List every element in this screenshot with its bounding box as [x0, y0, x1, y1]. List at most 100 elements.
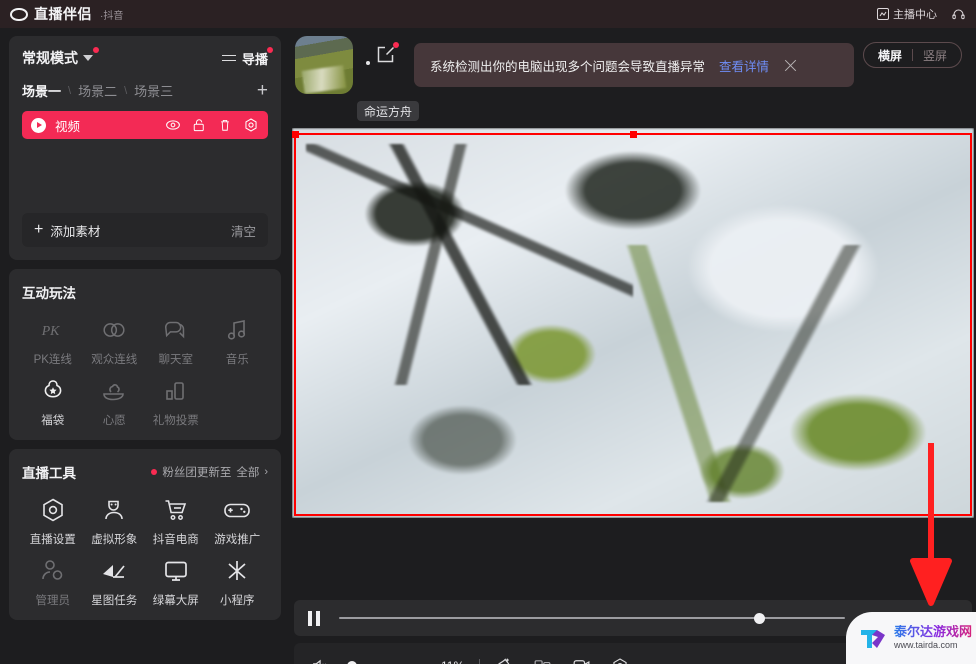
live-settings-hex-icon	[40, 496, 66, 524]
interactive-item-label: 福袋	[41, 415, 65, 427]
gamepad-icon	[223, 496, 251, 524]
app-brand: 直播伴侣 ·抖音	[0, 4, 123, 24]
red-dot-icon	[93, 47, 99, 53]
add-scene-button[interactable]: +	[257, 81, 268, 100]
watermark-site-url: www.tairda.com	[894, 640, 958, 651]
red-dot-icon	[267, 46, 273, 53]
anchor-center-button[interactable]: 主播中心	[877, 6, 937, 22]
seek-slider[interactable]	[339, 611, 846, 625]
scene-tabs: 场景一 \ 场景二 \ 场景三 +	[22, 81, 268, 100]
interactive-item-wish[interactable]: 心愿	[84, 377, 146, 428]
red-dot-icon	[151, 469, 158, 475]
mini-program-icon	[224, 557, 250, 585]
interactive-panel-title: 互动玩法	[22, 286, 76, 301]
orientation-toggle: 横屏 竖屏	[862, 42, 962, 68]
music-note-icon	[225, 316, 249, 344]
volume-slider[interactable]	[341, 659, 425, 664]
camera-video-icon[interactable]	[572, 657, 591, 664]
tool-item-ecommerce[interactable]: 抖音电商	[145, 496, 207, 547]
seek-track	[339, 617, 846, 619]
swap-arrows-icon	[221, 52, 237, 64]
interactive-item-gift-vote[interactable]: 礼物投票	[145, 377, 207, 428]
caret-down-icon	[83, 55, 93, 61]
tool-item-label: 星图任务	[91, 595, 138, 607]
avatar-person-icon	[101, 496, 127, 524]
source-item-video[interactable]: 视频	[22, 111, 268, 139]
clear-button[interactable]: 清空	[231, 221, 256, 240]
beauty-filter-icon[interactable]	[494, 656, 513, 664]
tool-item-miniprogram[interactable]: 小程序	[207, 557, 269, 608]
volume-percent-label: 11%	[441, 659, 473, 664]
tools-panel-title: 直播工具	[22, 466, 76, 481]
gift-vote-bar-icon	[163, 377, 189, 405]
headset-icon[interactable]	[951, 7, 966, 22]
tool-item-greenscreen[interactable]: 绿幕大屏	[145, 557, 207, 608]
svg-text:PK: PK	[40, 323, 59, 338]
source-actions	[165, 117, 259, 133]
add-material-label: 添加素材	[50, 224, 101, 239]
interactive-item-pk[interactable]: PK PK连线	[22, 316, 84, 367]
site-watermark: 泰尔达游戏网 www.tairda.com	[846, 612, 976, 664]
trash-icon[interactable]	[218, 117, 232, 133]
volume-mute-icon[interactable]	[312, 658, 329, 664]
source-list: 视频	[22, 111, 268, 213]
orientation-landscape[interactable]: 横屏	[868, 47, 912, 64]
scene-tab-1[interactable]: 场景一	[22, 81, 61, 100]
tool-item-label: 游戏推广	[214, 534, 261, 546]
scene-panel-header: 常规模式 导播	[22, 46, 273, 68]
plus-icon: +	[34, 221, 44, 238]
system-alert-banner: 系统检测出你的电脑出现多个问题会导致直播异常 查看详情	[414, 43, 854, 87]
resize-handle-top-center[interactable]	[630, 131, 637, 138]
tool-item-label: 抖音电商	[152, 534, 199, 546]
fans-update-note[interactable]: 粉丝团更新至 全部 ›	[151, 464, 268, 480]
scene-panel: 常规模式 导播 场景一 \ 场景二 \ 场景三 + 视频 + 添加素材 清空	[9, 36, 281, 260]
stage-area: 命运方舟 系统检测出你的电脑出现多个问题会导致直播异常 查看详情 横屏 竖屏	[290, 28, 976, 664]
game-tag[interactable]: 命运方舟	[357, 101, 420, 121]
edit-pencil-square-icon[interactable]	[374, 44, 396, 66]
interactive-item-label: 礼物投票	[152, 415, 199, 427]
add-material-button[interactable]: + 添加素材 清空	[22, 213, 268, 247]
tool-item-label: 管理员	[35, 595, 71, 607]
fans-update-all: 全部	[236, 467, 260, 479]
seek-knob[interactable]	[754, 613, 766, 624]
alert-detail-link[interactable]: 查看详情	[719, 56, 769, 75]
orientation-portrait[interactable]: 竖屏	[913, 47, 957, 64]
guide-button[interactable]: 导播	[221, 46, 273, 68]
interactive-item-lucky-bag[interactable]: 福袋	[22, 377, 84, 428]
mode-selector[interactable]: 常规模式	[22, 47, 99, 68]
interactive-item-chatroom[interactable]: 聊天室	[145, 316, 207, 367]
status-dot-icon	[366, 61, 370, 65]
tool-item-avatar[interactable]: 虚拟形象	[84, 496, 146, 547]
pause-icon[interactable]	[308, 610, 321, 626]
source-name: 视频	[55, 119, 81, 134]
interactive-item-music[interactable]: 音乐	[207, 316, 269, 367]
source-selection-box[interactable]	[292, 131, 972, 516]
stream-cover-thumbnail[interactable]	[295, 36, 353, 94]
close-x-icon[interactable]	[783, 58, 798, 73]
eye-icon[interactable]	[165, 117, 181, 133]
interactive-item-audience-link[interactable]: 观众连线	[84, 316, 146, 367]
interactive-item-label: 观众连线	[91, 354, 138, 366]
settings-gear-icon[interactable]	[611, 657, 629, 664]
layout-split-icon[interactable]	[533, 657, 552, 664]
unlock-icon[interactable]	[192, 117, 207, 133]
stage-topbar: 命运方舟 系统检测出你的电脑出现多个问题会导致直播异常 查看详情 横屏 竖屏	[290, 28, 976, 128]
chart-square-icon	[877, 8, 889, 20]
chat-room-icon	[162, 316, 190, 344]
title-bar: 直播伴侣 ·抖音 主播中心	[0, 0, 976, 28]
interactive-item-label: 聊天室	[158, 354, 194, 366]
tool-item-admin[interactable]: 管理员	[22, 557, 84, 608]
interactive-item-label: PK连线	[33, 354, 72, 366]
scene-tab-3[interactable]: 场景三	[134, 81, 173, 100]
settings-gear-icon[interactable]	[243, 117, 259, 133]
resize-handle-top-left[interactable]	[292, 131, 299, 138]
watermark-site-name: 泰尔达游戏网	[894, 624, 973, 640]
tool-item-live-settings[interactable]: 直播设置	[22, 496, 84, 547]
tool-item-game-promo[interactable]: 游戏推广	[207, 496, 269, 547]
volume-knob[interactable]	[347, 660, 358, 664]
admin-user-icon	[40, 557, 66, 585]
tool-item-star-task[interactable]: 星图任务	[84, 557, 146, 608]
watermark-text: 泰尔达游戏网 www.tairda.com	[894, 624, 973, 651]
scene-tab-2[interactable]: 场景二	[78, 81, 117, 100]
video-preview-canvas[interactable]	[292, 128, 974, 518]
